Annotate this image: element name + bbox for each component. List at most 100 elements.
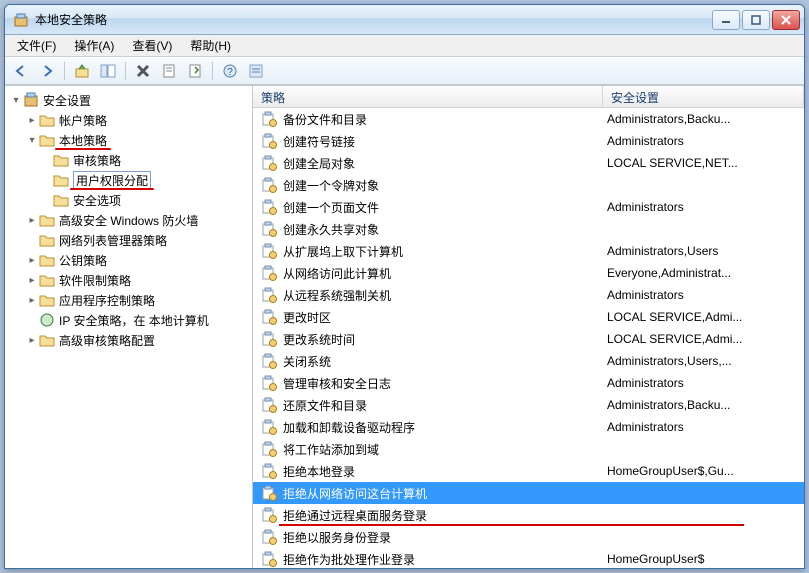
list-row[interactable]: 从扩展坞上取下计算机Administrators,Users xyxy=(253,240,804,262)
refresh-button[interactable] xyxy=(244,60,268,82)
tree-node-sw-restrict[interactable]: ▸ 软件限制策略 xyxy=(5,270,252,290)
list-row[interactable]: 备份文件和目录Administrators,Backu... xyxy=(253,108,804,130)
policy-name: 关闭系统 xyxy=(283,353,331,370)
tree-label: 高级审核策略配置 xyxy=(59,332,155,349)
expand-icon[interactable]: ▸ xyxy=(25,293,39,307)
list-row[interactable]: 加载和卸载设备驱动程序Administrators xyxy=(253,416,804,438)
help-button[interactable]: ? xyxy=(218,60,242,82)
menu-help[interactable]: 帮助(H) xyxy=(182,35,239,56)
list-row[interactable]: 管理审核和安全日志Administrators xyxy=(253,372,804,394)
folder-icon xyxy=(53,192,69,208)
nav-forward-button[interactable] xyxy=(35,60,59,82)
tree-pane[interactable]: ▾ 安全设置 ▸ 帐户策略 ▾ 本地策略 审核策略 用户权限分配 xyxy=(5,86,253,568)
cell-setting: Administrators,Users xyxy=(603,244,804,258)
nav-back-button[interactable] xyxy=(9,60,33,82)
cell-policy: 还原文件和目录 xyxy=(253,397,603,414)
cell-policy: 更改时区 xyxy=(253,309,603,326)
list-row[interactable]: 创建一个令牌对象 xyxy=(253,174,804,196)
expand-icon[interactable]: ▸ xyxy=(25,213,39,227)
content-area: ▾ 安全设置 ▸ 帐户策略 ▾ 本地策略 审核策略 用户权限分配 xyxy=(5,85,804,568)
collapse-icon[interactable]: ▾ xyxy=(25,133,39,147)
list-row[interactable]: 创建符号链接Administrators xyxy=(253,130,804,152)
close-button[interactable] xyxy=(772,10,800,30)
policy-name: 拒绝通过远程桌面服务登录 xyxy=(283,507,427,524)
cell-policy: 关闭系统 xyxy=(253,353,603,370)
policy-item-icon xyxy=(261,529,277,545)
delete-button[interactable] xyxy=(131,60,155,82)
expand-icon[interactable]: ▸ xyxy=(25,273,39,287)
minimize-button[interactable] xyxy=(712,10,740,30)
policy-item-icon xyxy=(261,265,277,281)
policy-name: 管理审核和安全日志 xyxy=(283,375,391,392)
cell-policy: 创建永久共享对象 xyxy=(253,221,603,238)
expand-icon[interactable]: ▸ xyxy=(25,113,39,127)
cell-setting: HomeGroupUser$ xyxy=(603,552,804,566)
properties-button[interactable] xyxy=(157,60,181,82)
list-row[interactable]: 拒绝从网络访问这台计算机 xyxy=(253,482,804,504)
list-row[interactable]: 拒绝以服务身份登录 xyxy=(253,526,804,548)
tree-node-adv-audit[interactable]: ▸ 高级审核策略配置 xyxy=(5,330,252,350)
menu-file[interactable]: 文件(F) xyxy=(9,35,64,56)
list-row[interactable]: 更改系统时间LOCAL SERVICE,Admi... xyxy=(253,328,804,350)
expand-icon[interactable]: ▸ xyxy=(25,333,39,347)
tree-node-nlmp[interactable]: 网络列表管理器策略 xyxy=(5,230,252,250)
policy-item-icon xyxy=(261,111,277,127)
policy-item-icon xyxy=(261,287,277,303)
maximize-button[interactable] xyxy=(742,10,770,30)
tree-node-app-control[interactable]: ▸ 应用程序控制策略 xyxy=(5,290,252,310)
folder-icon xyxy=(39,212,55,228)
list-row[interactable]: 还原文件和目录Administrators,Backu... xyxy=(253,394,804,416)
cell-setting: Administrators xyxy=(603,420,804,434)
cell-policy: 更改系统时间 xyxy=(253,331,603,348)
list-row[interactable]: 从远程系统强制关机Administrators xyxy=(253,284,804,306)
cell-setting: Administrators xyxy=(603,134,804,148)
collapse-icon[interactable]: ▾ xyxy=(9,93,23,107)
list-row[interactable]: 创建永久共享对象 xyxy=(253,218,804,240)
tree-node-ipsec[interactable]: IP 安全策略，在 本地计算机 xyxy=(5,310,252,330)
list-row[interactable]: 创建一个页面文件Administrators xyxy=(253,196,804,218)
policy-item-icon xyxy=(261,177,277,193)
list-row[interactable]: 拒绝作为批处理作业登录HomeGroupUser$ xyxy=(253,548,804,568)
cell-setting: Administrators,Backu... xyxy=(603,112,804,126)
list-row[interactable]: 创建全局对象LOCAL SERVICE,NET... xyxy=(253,152,804,174)
window-title: 本地安全策略 xyxy=(35,11,712,28)
list-row[interactable]: 从网络访问此计算机Everyone,Administrat... xyxy=(253,262,804,284)
cell-policy: 创建一个令牌对象 xyxy=(253,177,603,194)
expand-icon[interactable]: ▸ xyxy=(25,253,39,267)
tree-node-account-policy[interactable]: ▸ 帐户策略 xyxy=(5,110,252,130)
folder-icon xyxy=(39,332,55,348)
cell-setting: Administrators,Backu... xyxy=(603,398,804,412)
list-row[interactable]: 关闭系统Administrators,Users,... xyxy=(253,350,804,372)
menubar: 文件(F) 操作(A) 查看(V) 帮助(H) xyxy=(5,35,804,57)
toolbar-separator xyxy=(64,62,65,80)
tree-node-firewall[interactable]: ▸ 高级安全 Windows 防火墙 xyxy=(5,210,252,230)
cell-policy: 从网络访问此计算机 xyxy=(253,265,603,282)
list-row[interactable]: 更改时区LOCAL SERVICE,Admi... xyxy=(253,306,804,328)
list-body[interactable]: 备份文件和目录Administrators,Backu...创建符号链接Admi… xyxy=(253,108,804,568)
tree-node-audit-policy[interactable]: 审核策略 xyxy=(5,150,252,170)
tree-node-security-options[interactable]: 安全选项 xyxy=(5,190,252,210)
list-row[interactable]: 将工作站添加到域 xyxy=(253,438,804,460)
export-button[interactable] xyxy=(183,60,207,82)
cell-policy: 从扩展坞上取下计算机 xyxy=(253,243,603,260)
policy-name: 将工作站添加到域 xyxy=(283,441,379,458)
cell-policy: 拒绝通过远程桌面服务登录 xyxy=(253,507,603,524)
tree-node-local-policy[interactable]: ▾ 本地策略 xyxy=(5,130,252,150)
policy-name: 创建永久共享对象 xyxy=(283,221,379,238)
menu-action[interactable]: 操作(A) xyxy=(66,35,122,56)
policy-item-icon xyxy=(261,463,277,479)
policy-name: 拒绝从网络访问这台计算机 xyxy=(283,485,427,502)
policy-name: 创建全局对象 xyxy=(283,155,355,172)
policy-item-icon xyxy=(261,551,277,567)
tree-root-security-settings[interactable]: ▾ 安全设置 xyxy=(5,90,252,110)
menu-view[interactable]: 查看(V) xyxy=(124,35,180,56)
column-header-policy[interactable]: 策略 xyxy=(253,86,603,107)
list-row[interactable]: 拒绝本地登录HomeGroupUser$,Gu... xyxy=(253,460,804,482)
cell-setting: Administrators xyxy=(603,288,804,302)
column-header-setting[interactable]: 安全设置 xyxy=(603,86,804,107)
tree-node-pubkey[interactable]: ▸ 公钥策略 xyxy=(5,250,252,270)
tree-node-user-rights[interactable]: 用户权限分配 xyxy=(5,170,252,190)
up-button[interactable] xyxy=(70,60,94,82)
list-row[interactable]: 拒绝通过远程桌面服务登录 xyxy=(253,504,804,526)
show-tree-button[interactable] xyxy=(96,60,120,82)
